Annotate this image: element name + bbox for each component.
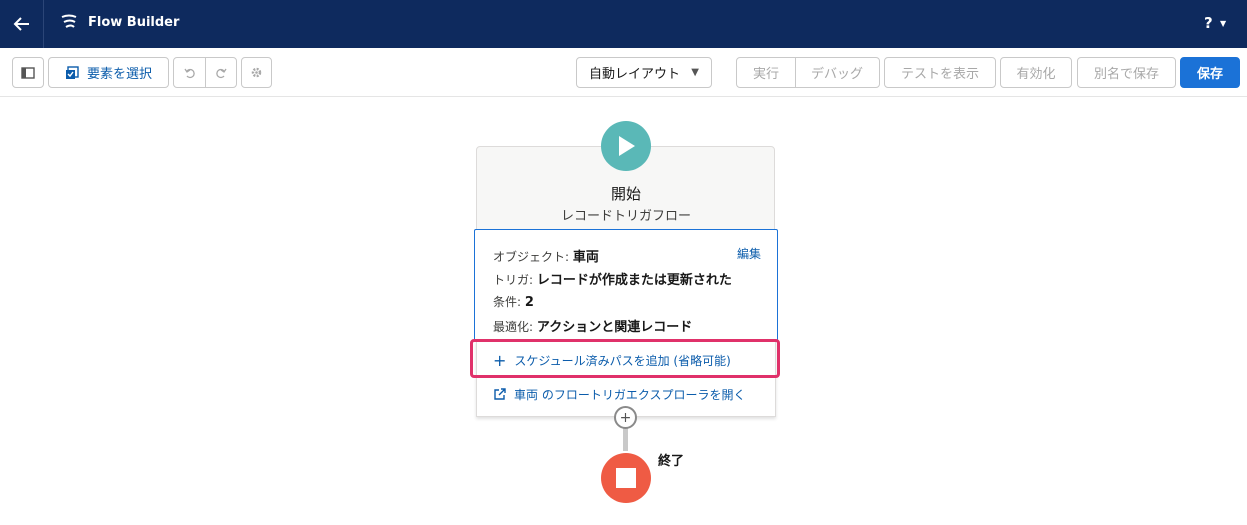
layout-select-value: 自動レイアウト bbox=[589, 67, 681, 82]
open-explorer-link[interactable]: 車両 のフロートリガエクスプローラを開く bbox=[493, 386, 745, 403]
highlight-box bbox=[470, 339, 780, 378]
flow-icon bbox=[61, 14, 77, 28]
back-button[interactable] bbox=[0, 0, 44, 48]
view-tests-button[interactable]: テストを表示 bbox=[884, 57, 996, 88]
debug-button[interactable]: デバッグ bbox=[795, 63, 879, 82]
add-element-button[interactable]: + bbox=[614, 406, 637, 429]
select-elements-button[interactable]: 要素を選択 bbox=[48, 57, 169, 88]
plus-icon: + bbox=[619, 409, 632, 426]
app-header: Flow Builder ? ▼ bbox=[0, 0, 1247, 48]
detail-value: 車両 bbox=[572, 250, 599, 265]
toolbar: 要素を選択 自動レイアウト ▼ 実行 デバッグ テストを表示 有効化 別名で保存… bbox=[0, 48, 1247, 97]
detail-value: アクションと関連レコード bbox=[536, 320, 693, 335]
undo-icon bbox=[183, 68, 195, 78]
settings-button[interactable] bbox=[241, 57, 272, 88]
detail-row-trigger: トリガ: レコードが作成または更新された bbox=[493, 269, 732, 288]
redo-button[interactable] bbox=[205, 67, 236, 79]
app-title: Flow Builder bbox=[88, 15, 180, 30]
save-as-button[interactable]: 別名で保存 bbox=[1077, 57, 1176, 88]
flow-canvas: 開始 レコードトリガフロー 編集 オブジェクト: 車両 トリガ: レコードが作成… bbox=[0, 97, 1247, 525]
start-node-title: 開始 bbox=[610, 185, 641, 203]
detail-label: 最適化: bbox=[493, 320, 534, 334]
select-elements-label: 要素を選択 bbox=[86, 67, 152, 82]
stop-icon bbox=[616, 468, 636, 488]
run-button[interactable]: 実行 bbox=[737, 63, 795, 82]
redo-icon bbox=[215, 68, 227, 78]
external-link-icon bbox=[494, 388, 506, 400]
arrow-left-icon bbox=[13, 17, 29, 31]
chevron-down-icon: ▼ bbox=[1219, 19, 1227, 28]
panel-icon bbox=[21, 66, 35, 79]
start-node-subtitle: レコードトリガフロー bbox=[560, 209, 691, 224]
detail-value: レコードが作成または更新された bbox=[536, 273, 732, 288]
open-explorer-label: 車両 のフロートリガエクスプローラを開く bbox=[514, 388, 746, 402]
end-node-label: 終了 bbox=[658, 454, 685, 469]
gear-icon bbox=[251, 67, 262, 78]
layout-select[interactable]: 自動レイアウト ▼ bbox=[576, 57, 712, 88]
undo-button[interactable] bbox=[174, 67, 205, 79]
start-node-details: 編集 オブジェクト: 車両 トリガ: レコードが作成または更新された 条件: 2… bbox=[474, 229, 778, 341]
save-button[interactable]: 保存 bbox=[1180, 57, 1240, 88]
play-icon bbox=[619, 136, 635, 156]
end-node-icon bbox=[601, 453, 651, 503]
detail-label: オブジェクト: bbox=[493, 250, 570, 264]
detail-row-optimize: 最適化: アクションと関連レコード bbox=[493, 316, 692, 335]
toggle-panel-button[interactable] bbox=[12, 57, 44, 88]
detail-label: 条件: bbox=[493, 295, 522, 309]
edit-link[interactable]: 編集 bbox=[737, 245, 761, 262]
start-node-icon[interactable] bbox=[601, 121, 651, 171]
select-elements-icon bbox=[65, 65, 79, 79]
detail-row-object: オブジェクト: 車両 bbox=[493, 246, 599, 265]
help-button[interactable]: ? ▼ bbox=[1204, 14, 1226, 32]
detail-label: トリガ: bbox=[493, 273, 534, 287]
detail-value: 2 bbox=[524, 295, 534, 310]
undo-redo-group bbox=[173, 57, 237, 88]
detail-row-conditions: 条件: 2 bbox=[493, 293, 534, 310]
help-label: ? bbox=[1204, 14, 1213, 32]
activate-button[interactable]: 有効化 bbox=[1000, 57, 1072, 88]
run-debug-group: 実行 デバッグ bbox=[736, 57, 880, 88]
chevron-down-icon: ▼ bbox=[691, 67, 699, 78]
